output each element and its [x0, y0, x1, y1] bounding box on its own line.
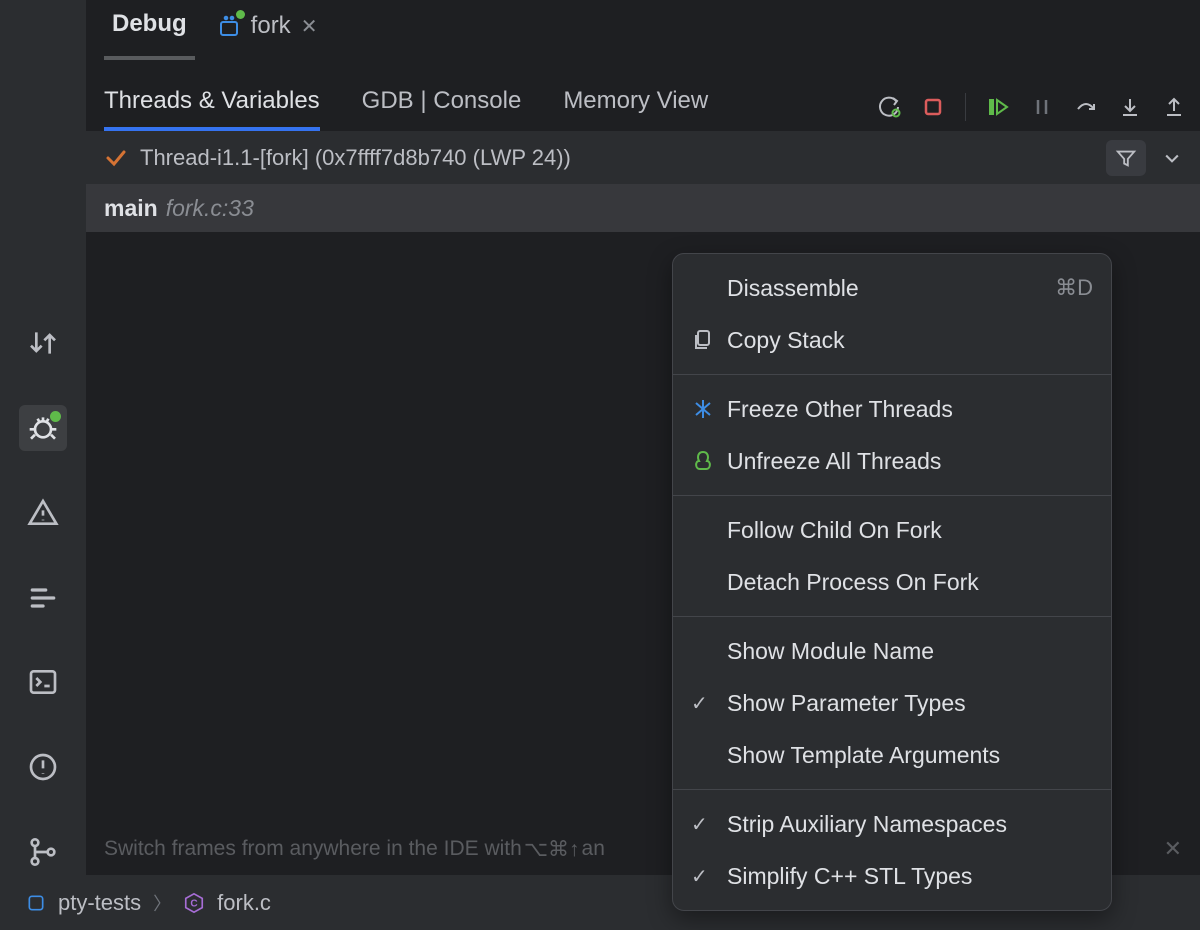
- menu-detach-process-on-fork[interactable]: Detach Process On Fork: [673, 556, 1111, 608]
- unfreeze-icon: [691, 449, 727, 473]
- stack-frame-row[interactable]: main fork.c:33: [86, 184, 1200, 232]
- menu-follow-child-on-fork[interactable]: Follow Child On Fork: [673, 504, 1111, 556]
- run-config-icon: [217, 14, 241, 38]
- close-icon[interactable]: ✕: [301, 14, 318, 39]
- breadcrumb-file[interactable]: fork.c: [217, 890, 271, 916]
- thread-bar[interactable]: Thread-i1.1-[fork] (0x7ffff7d8b740 (LWP …: [86, 132, 1200, 184]
- menu-freeze-other-label: Freeze Other Threads: [727, 396, 953, 423]
- freeze-icon: [691, 397, 727, 421]
- menu-show-parameter-types[interactable]: ✓ Show Parameter Types: [673, 677, 1111, 729]
- filter-button[interactable]: [1106, 140, 1146, 176]
- module-icon: [26, 893, 46, 913]
- menu-shortcut: ⌘D: [1055, 275, 1093, 301]
- debug-sub-tabs: Threads & Variables GDB | Console Memory…: [86, 70, 1200, 132]
- menu-show-param-label: Show Parameter Types: [727, 690, 966, 717]
- menu-show-module-label: Show Module Name: [727, 638, 934, 665]
- menu-show-template-label: Show Template Arguments: [727, 742, 1000, 769]
- menu-simplify-cpp-stl-types[interactable]: ✓ Simplify C++ STL Types: [673, 850, 1111, 902]
- tab-file-label: fork: [251, 12, 291, 40]
- sidebar-warning-icon[interactable]: [19, 489, 67, 536]
- checkmark-icon: [104, 146, 128, 170]
- tab-debug[interactable]: Debug: [104, 10, 195, 60]
- left-sidebar: [0, 0, 86, 875]
- frame-location: fork.c:33: [166, 195, 254, 222]
- hint-close-icon[interactable]: ✕: [1164, 836, 1182, 862]
- menu-follow-child-label: Follow Child On Fork: [727, 517, 942, 544]
- check-icon: ✓: [691, 812, 727, 837]
- context-menu: Disassemble ⌘D Copy Stack Freeze Other T…: [672, 253, 1112, 911]
- sidebar-swap-icon[interactable]: [19, 320, 67, 367]
- tab-fork-file[interactable]: fork ✕: [217, 12, 318, 58]
- menu-show-module-name[interactable]: Show Module Name: [673, 625, 1111, 677]
- top-tabs-row: Debug fork ✕: [86, 0, 1200, 70]
- menu-disassemble[interactable]: Disassemble ⌘D: [673, 262, 1111, 314]
- menu-copy-stack-label: Copy Stack: [727, 327, 845, 354]
- sidebar-terminal-icon[interactable]: [19, 659, 67, 706]
- sidebar-debug-icon[interactable]: [19, 405, 67, 452]
- chevron-right-icon: 〉: [153, 890, 171, 916]
- menu-strip-aux-label: Strip Auxiliary Namespaces: [727, 811, 1007, 838]
- menu-strip-auxiliary-namespaces[interactable]: ✓ Strip Auxiliary Namespaces: [673, 798, 1111, 850]
- menu-copy-stack[interactable]: Copy Stack: [673, 314, 1111, 366]
- check-icon: ✓: [691, 864, 727, 889]
- sidebar-problems-icon[interactable]: [19, 744, 67, 791]
- hint-suffix: an: [582, 837, 605, 861]
- menu-detach-process-label: Detach Process On Fork: [727, 569, 979, 596]
- rerun-icon[interactable]: [877, 95, 901, 119]
- chevron-down-icon[interactable]: [1162, 148, 1182, 168]
- check-icon: ✓: [691, 691, 727, 716]
- resume-icon[interactable]: [986, 95, 1010, 119]
- menu-unfreeze-all-threads[interactable]: Unfreeze All Threads: [673, 435, 1111, 487]
- step-out-icon[interactable]: [1162, 95, 1186, 119]
- menu-show-template-arguments[interactable]: Show Template Arguments: [673, 729, 1111, 781]
- thread-label: Thread-i1.1-[fork] (0x7ffff7d8b740 (LWP …: [140, 145, 571, 171]
- pause-icon[interactable]: [1030, 95, 1054, 119]
- frame-function: main: [104, 195, 158, 222]
- tab-gdb-console[interactable]: GDB | Console: [362, 87, 522, 131]
- menu-simplify-cpp-label: Simplify C++ STL Types: [727, 863, 972, 890]
- hint-prefix: Switch frames from anywhere in the IDE w…: [104, 837, 522, 861]
- menu-freeze-other-threads[interactable]: Freeze Other Threads: [673, 383, 1111, 435]
- sidebar-vcs-icon[interactable]: [19, 828, 67, 875]
- menu-unfreeze-all-label: Unfreeze All Threads: [727, 448, 941, 475]
- stop-icon[interactable]: [921, 95, 945, 119]
- svg-text:C: C: [191, 898, 198, 909]
- tab-threads-variables[interactable]: Threads & Variables: [104, 87, 320, 131]
- breadcrumb-project[interactable]: pty-tests: [58, 890, 141, 916]
- menu-disassemble-label: Disassemble: [727, 275, 859, 302]
- hint-shortcut: ⌥⌘↑: [524, 837, 580, 862]
- step-into-icon[interactable]: [1118, 95, 1142, 119]
- copy-icon: [691, 328, 727, 352]
- tab-memory-view[interactable]: Memory View: [563, 87, 708, 131]
- c-file-icon: C: [183, 892, 205, 914]
- sidebar-structure-icon[interactable]: [19, 574, 67, 621]
- step-over-icon[interactable]: [1074, 95, 1098, 119]
